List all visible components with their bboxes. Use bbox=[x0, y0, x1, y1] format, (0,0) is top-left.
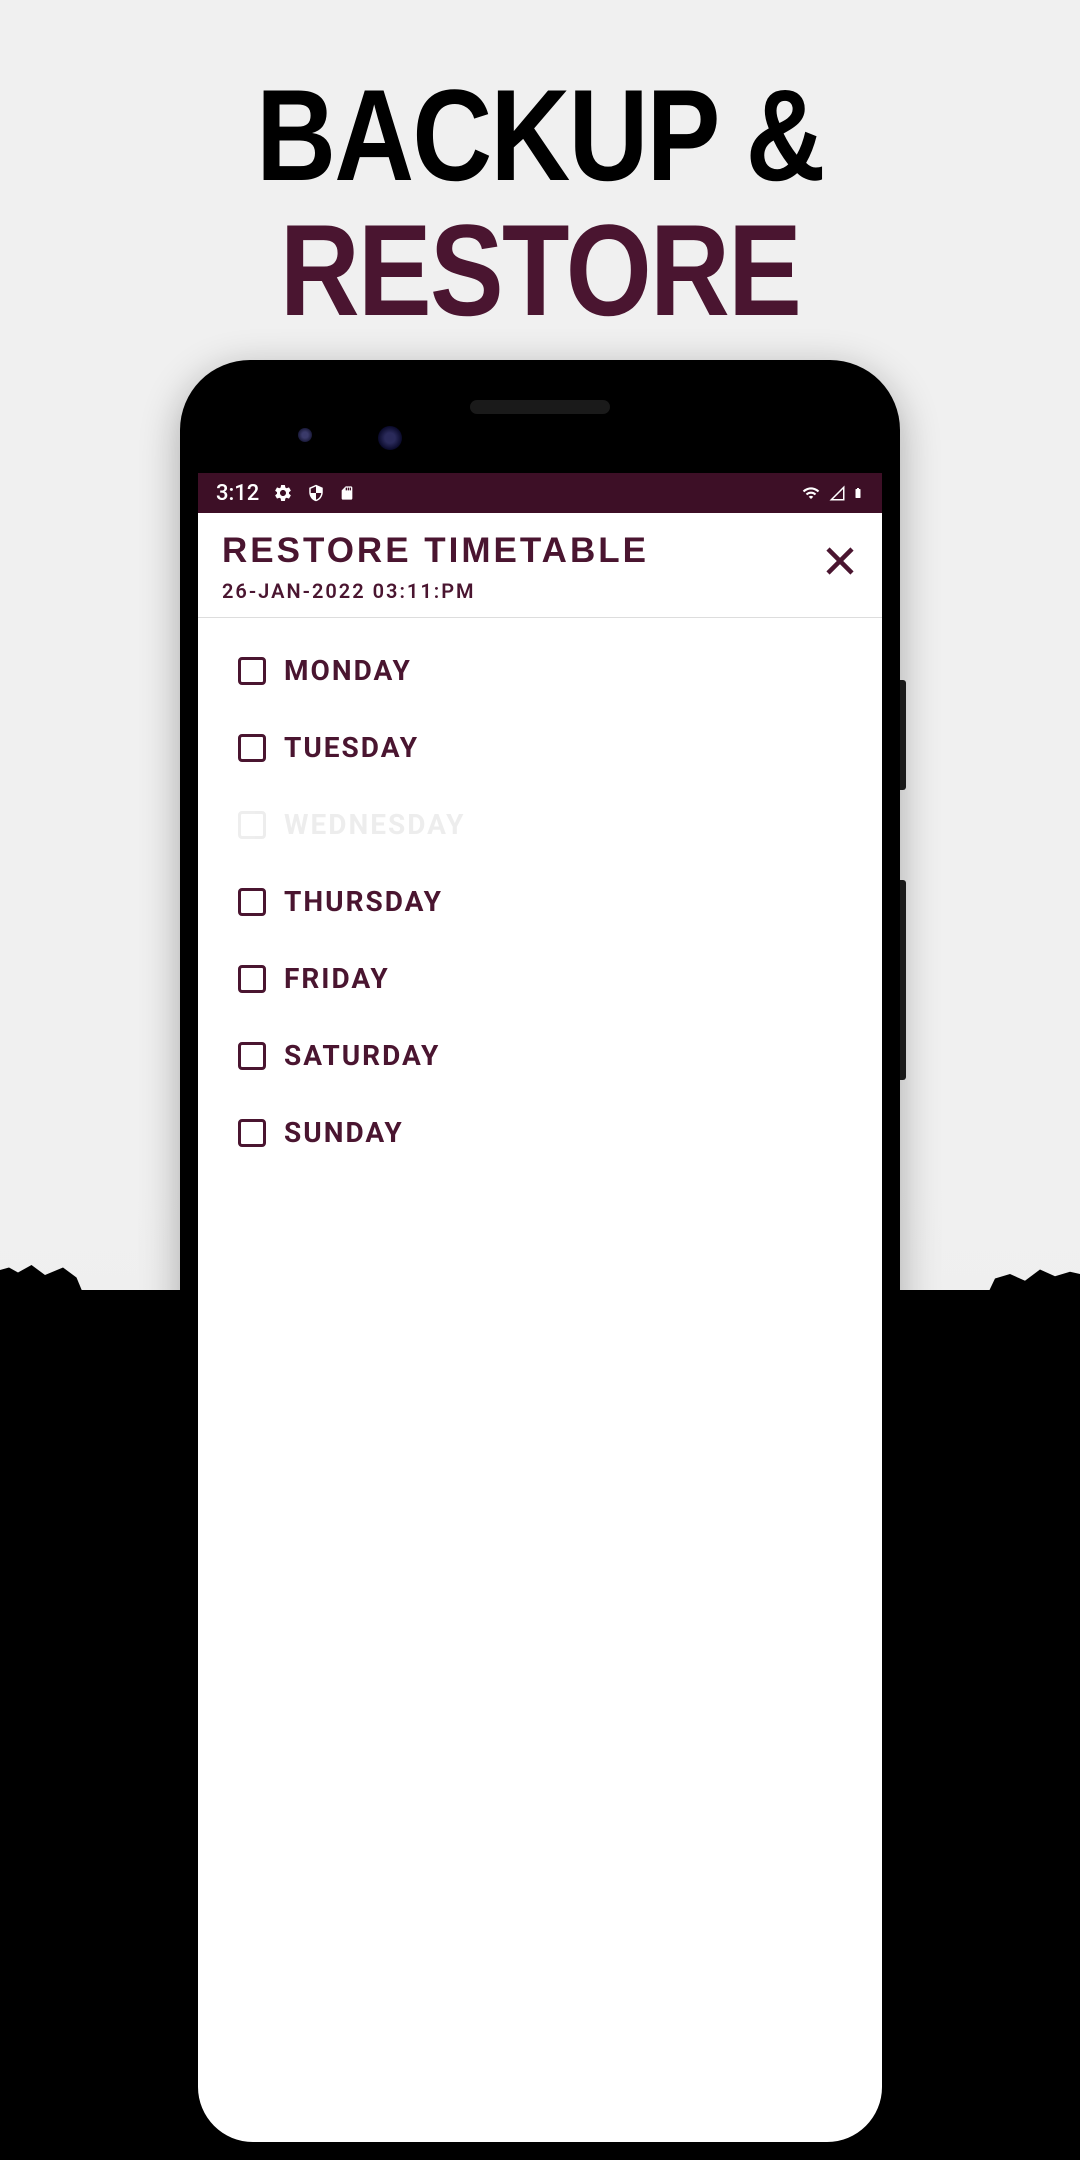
phone-camera bbox=[298, 428, 312, 442]
page-title: RESTORE TIMETABLE bbox=[222, 531, 822, 571]
checkbox[interactable] bbox=[238, 734, 266, 762]
checkbox bbox=[238, 811, 266, 839]
day-item-thursday[interactable]: THURSDAY bbox=[198, 863, 882, 940]
promo-title: BACKUP & RESTORE bbox=[0, 0, 1080, 335]
day-label: SUNDAY bbox=[284, 1116, 404, 1149]
page-subtitle: 26-JAN-2022 03:11:PM bbox=[222, 579, 822, 603]
day-label: MONDAY bbox=[284, 654, 412, 687]
checkbox[interactable] bbox=[238, 888, 266, 916]
status-bar: 3:12 bbox=[198, 473, 882, 513]
day-label: TUESDAY bbox=[284, 731, 419, 764]
status-time: 3:12 bbox=[216, 481, 259, 506]
signal-icon bbox=[828, 484, 846, 502]
promo-line2: RESTORE bbox=[81, 205, 999, 335]
checkbox[interactable] bbox=[238, 657, 266, 685]
phone-frame: 3:12 bbox=[180, 360, 900, 2160]
day-item-sunday[interactable]: SUNDAY bbox=[198, 1094, 882, 1171]
phone-camera bbox=[378, 426, 402, 450]
phone-speaker bbox=[470, 400, 610, 414]
phone-side-button bbox=[900, 680, 906, 790]
checkbox[interactable] bbox=[238, 1042, 266, 1070]
day-label: WEDNESDAY bbox=[284, 808, 465, 841]
shield-icon bbox=[307, 483, 325, 503]
day-item-tuesday[interactable]: TUESDAY bbox=[198, 709, 882, 786]
day-item-friday[interactable]: FRIDAY bbox=[198, 940, 882, 1017]
phone-side-button bbox=[900, 880, 906, 1080]
day-list: MONDAY TUESDAY WEDNESDAY THURSDAY FRIDAY SATU… bbox=[198, 618, 882, 1185]
phone-screen: 3:12 bbox=[198, 473, 882, 2142]
close-button[interactable] bbox=[822, 531, 858, 597]
day-item-wednesday: WEDNESDAY bbox=[198, 786, 882, 863]
battery-icon bbox=[852, 483, 864, 503]
sd-card-icon bbox=[339, 483, 355, 503]
day-item-monday[interactable]: MONDAY bbox=[198, 632, 882, 709]
day-item-saturday[interactable]: SATURDAY bbox=[198, 1017, 882, 1094]
checkbox[interactable] bbox=[238, 965, 266, 993]
checkbox[interactable] bbox=[238, 1119, 266, 1147]
gear-icon bbox=[273, 483, 293, 503]
promo-line1: BACKUP & bbox=[81, 70, 999, 200]
wifi-icon bbox=[800, 484, 822, 502]
app-header: RESTORE TIMETABLE 26-JAN-2022 03:11:PM bbox=[198, 513, 882, 618]
day-label: THURSDAY bbox=[284, 885, 443, 918]
day-label: FRIDAY bbox=[284, 962, 390, 995]
day-label: SATURDAY bbox=[284, 1039, 440, 1072]
